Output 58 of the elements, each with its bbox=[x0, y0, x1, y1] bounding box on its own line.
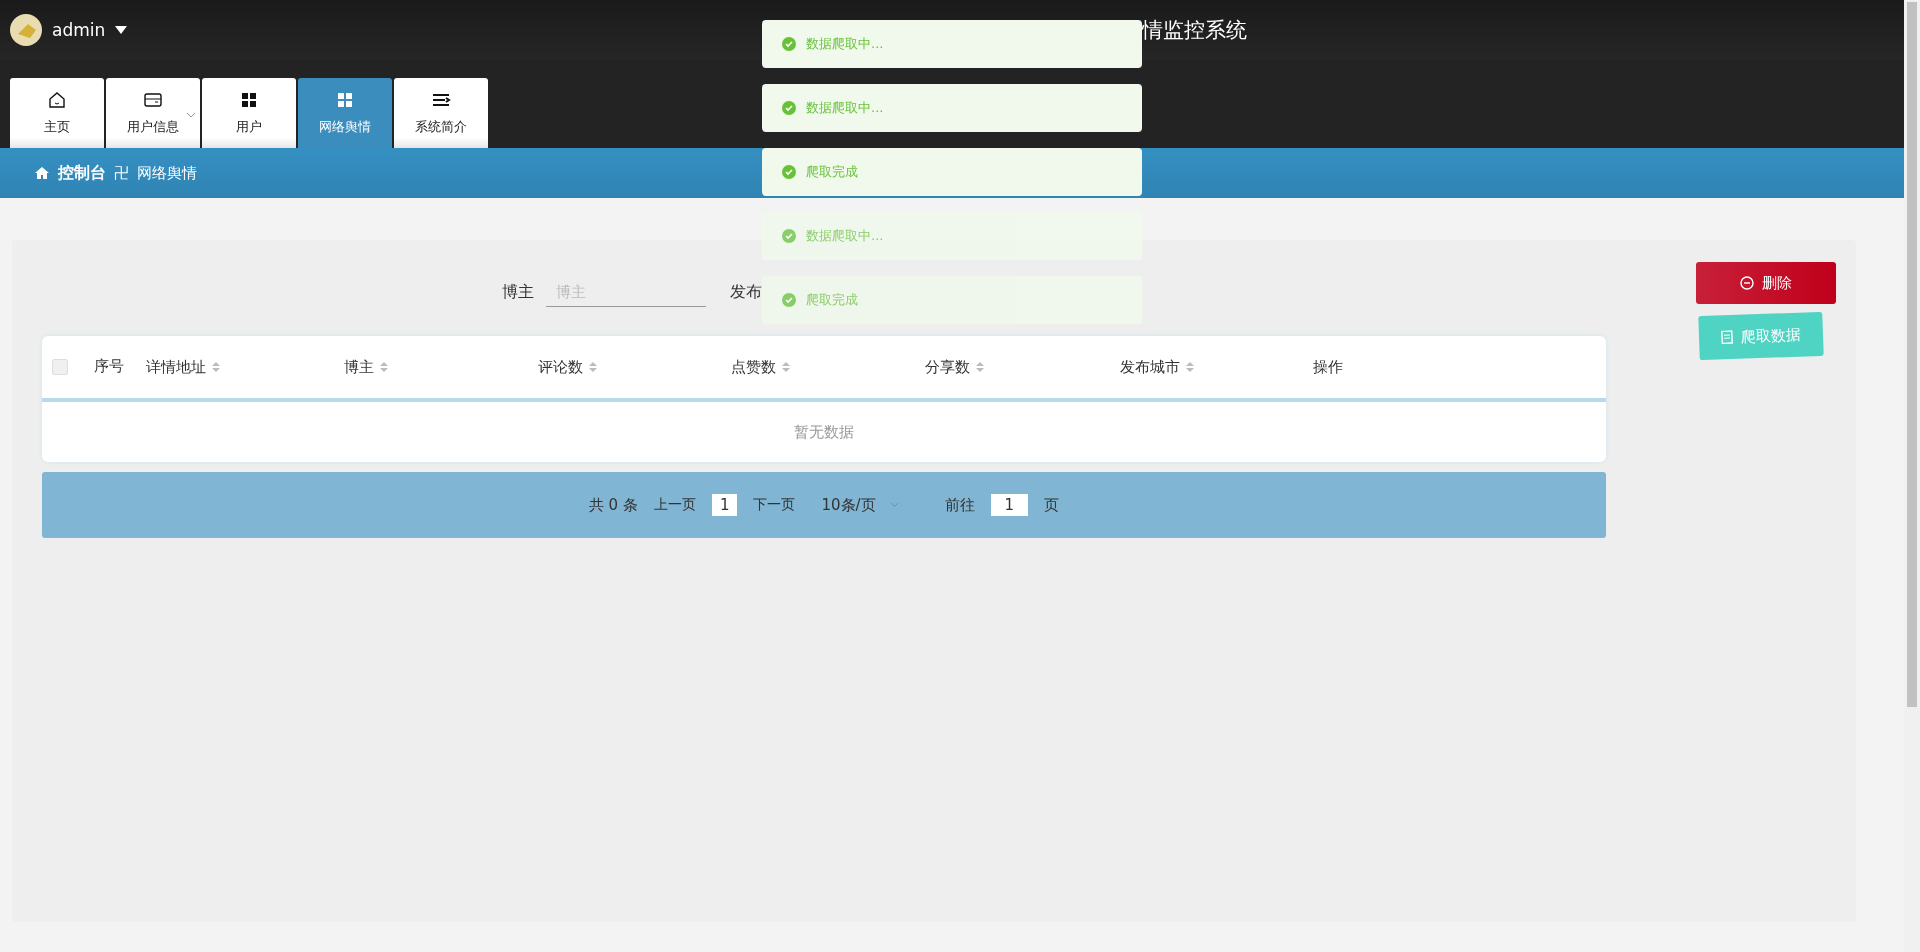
chevron-down-icon bbox=[889, 502, 899, 508]
system-title: 情监控系统 bbox=[1142, 17, 1247, 44]
caret-icon[interactable] bbox=[115, 26, 128, 34]
next-page-link[interactable]: 下一页 bbox=[753, 496, 796, 514]
grid-icon bbox=[239, 90, 259, 110]
nav-tab[interactable]: 用户信息 bbox=[106, 78, 200, 148]
goto-label: 前往 bbox=[944, 495, 975, 515]
column-header: 序号 bbox=[94, 357, 124, 377]
page-number[interactable]: 1 bbox=[711, 494, 738, 516]
prev-page-link[interactable]: 上一页 bbox=[653, 496, 696, 514]
page-unit: 页 bbox=[1044, 495, 1060, 515]
column-header[interactable]: 详情地址 bbox=[146, 357, 206, 377]
empty-text: 暂无数据 bbox=[794, 422, 854, 442]
column-header[interactable]: 点赞数 bbox=[731, 357, 776, 377]
delete-button[interactable]: 删除 bbox=[1696, 262, 1836, 304]
search-label: 发布 bbox=[730, 281, 762, 303]
column-header[interactable]: 评论数 bbox=[538, 357, 583, 377]
sort-icon[interactable] bbox=[589, 361, 597, 373]
avatar[interactable] bbox=[10, 14, 42, 46]
document-icon bbox=[1720, 330, 1734, 345]
page-size-select[interactable]: 10条/页 bbox=[821, 495, 876, 515]
success-toast: 数据爬取中... bbox=[762, 84, 1142, 132]
home-icon bbox=[34, 165, 50, 181]
column-header[interactable]: 发布城市 bbox=[1120, 357, 1180, 377]
minus-circle-icon bbox=[1740, 276, 1754, 290]
success-toast: 爬取完成 bbox=[762, 148, 1142, 196]
search-label: 博主 bbox=[502, 281, 534, 303]
goto-page-field[interactable]: 1 bbox=[990, 494, 1029, 516]
home-icon bbox=[47, 90, 67, 110]
sort-icon[interactable] bbox=[1186, 361, 1194, 373]
breadcrumb-root[interactable]: 控制台 bbox=[58, 162, 106, 184]
nav-tab[interactable]: 系统简介 bbox=[394, 78, 488, 148]
select-all-checkbox[interactable] bbox=[52, 359, 68, 375]
column-header[interactable]: 分享数 bbox=[925, 357, 970, 377]
column-header: 操作 bbox=[1313, 357, 1343, 377]
breadcrumb-separator: 卍 bbox=[114, 163, 129, 183]
grid-icon bbox=[335, 90, 355, 110]
user-name[interactable]: admin bbox=[52, 20, 106, 40]
breadcrumb-current: 网络舆情 bbox=[137, 163, 197, 183]
nav-tab[interactable]: 主页 bbox=[10, 78, 104, 148]
check-circle-icon bbox=[782, 293, 796, 307]
sort-icon[interactable] bbox=[212, 361, 220, 373]
check-circle-icon bbox=[782, 165, 796, 179]
success-toast: 爬取完成 bbox=[762, 276, 1142, 324]
success-toast: 数据爬取中... bbox=[762, 20, 1142, 68]
check-circle-icon bbox=[782, 229, 796, 243]
sort-icon[interactable] bbox=[976, 361, 984, 373]
nav-tab[interactable]: 用户 bbox=[202, 78, 296, 148]
sort-icon[interactable] bbox=[380, 361, 388, 373]
card-icon bbox=[143, 90, 163, 110]
check-circle-icon bbox=[782, 37, 796, 51]
chevron-down-icon bbox=[186, 112, 196, 119]
check-circle-icon bbox=[782, 101, 796, 115]
column-header[interactable]: 博主 bbox=[344, 357, 374, 377]
total-count: 共 0 条 bbox=[588, 495, 638, 515]
sort-icon[interactable] bbox=[782, 361, 790, 373]
success-toast: 数据爬取中... bbox=[762, 212, 1142, 260]
nav-tab[interactable]: 网络舆情 bbox=[298, 78, 392, 148]
